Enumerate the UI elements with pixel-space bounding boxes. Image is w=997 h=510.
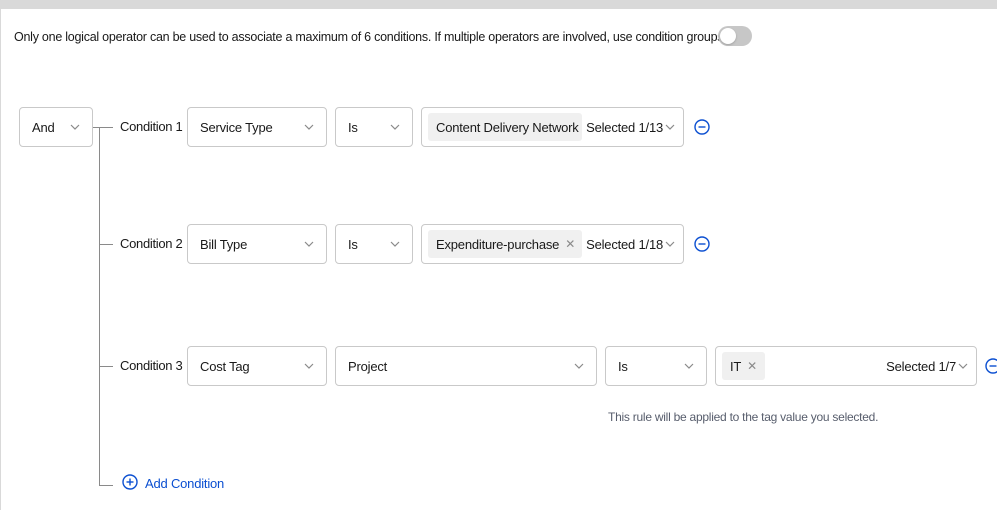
chevron-down-icon xyxy=(665,122,675,132)
notice-text: Only one logical operator can be used to… xyxy=(14,30,727,44)
selected-count-text: Selected 1/18 xyxy=(586,236,663,252)
chevron-down-icon xyxy=(304,361,314,371)
remove-tag-icon[interactable]: ✕ xyxy=(565,237,575,251)
tree-trunk xyxy=(99,127,100,486)
tree-branch xyxy=(99,244,113,245)
left-border xyxy=(0,9,1,510)
plus-circle-icon xyxy=(122,474,138,493)
value-tag-text: IT xyxy=(730,358,742,374)
toggle-knob xyxy=(720,28,736,44)
condition-field-select[interactable]: Bill Type xyxy=(187,224,327,264)
chevron-down-icon xyxy=(390,122,400,132)
selected-count: Selected 1/18 xyxy=(582,237,675,252)
tag-key-select[interactable]: Project xyxy=(335,346,597,386)
condition-value-select[interactable]: Expenditure-purchase ✕ Selected 1/18 xyxy=(421,224,684,264)
chevron-down-icon xyxy=(70,122,80,132)
condition-operator-value: Is xyxy=(348,236,358,252)
value-tag-text: Content Delivery Network (CDN) xyxy=(436,119,582,135)
value-tag: Expenditure-purchase ✕ xyxy=(428,230,583,258)
condition-operator-select[interactable]: Is xyxy=(335,224,413,264)
condition-operator-value: Is xyxy=(348,119,358,135)
tree-branch xyxy=(99,485,113,486)
add-condition-button[interactable]: Add Condition xyxy=(122,474,224,493)
remove-condition-icon[interactable] xyxy=(985,358,997,374)
chevron-down-icon xyxy=(304,239,314,249)
condition-label: Condition 1 xyxy=(120,119,183,134)
remove-condition-icon[interactable] xyxy=(694,236,710,252)
condition-operator-value: Is xyxy=(618,358,628,374)
tag-key-value: Project xyxy=(348,358,388,374)
selected-count-text: Selected 1/13 xyxy=(586,119,663,135)
chevron-down-icon xyxy=(390,239,400,249)
condition-operator-select[interactable]: Is xyxy=(335,107,413,147)
selected-count: Selected 1/7 xyxy=(882,359,968,374)
tag-rule-hint: This rule will be applied to the tag val… xyxy=(608,410,879,424)
remove-condition-icon[interactable] xyxy=(694,119,710,135)
condition-groups-toggle[interactable] xyxy=(718,26,752,46)
add-condition-label: Add Condition xyxy=(145,476,225,491)
condition-label: Condition 2 xyxy=(120,236,183,251)
selected-count-text: Selected 1/7 xyxy=(886,358,956,374)
condition-field-value: Service Type xyxy=(200,119,273,135)
chevron-down-icon xyxy=(958,361,968,371)
condition-field-value: Bill Type xyxy=(200,236,248,252)
condition-field-select[interactable]: Service Type xyxy=(187,107,327,147)
logic-operator-select[interactable]: And xyxy=(19,107,93,147)
condition-value-select[interactable]: IT ✕ Selected 1/7 xyxy=(715,346,977,386)
condition-field-value: Cost Tag xyxy=(200,358,250,374)
condition-operator-select[interactable]: Is xyxy=(605,346,707,386)
selected-count: Selected 1/13 xyxy=(582,120,675,135)
condition-field-select[interactable]: Cost Tag xyxy=(187,346,327,386)
condition-label: Condition 3 xyxy=(120,358,183,373)
tree-branch xyxy=(99,366,113,367)
chevron-down-icon xyxy=(304,122,314,132)
condition-value-select[interactable]: Content Delivery Network (CDN) Selected … xyxy=(421,107,684,147)
chevron-down-icon xyxy=(574,361,584,371)
tree-connector xyxy=(93,127,113,128)
value-tag: IT ✕ xyxy=(722,352,766,380)
value-tag: Content Delivery Network (CDN) xyxy=(428,113,583,141)
top-border xyxy=(0,0,997,9)
chevron-down-icon xyxy=(665,239,675,249)
remove-tag-icon[interactable]: ✕ xyxy=(747,359,757,373)
chevron-down-icon xyxy=(684,361,694,371)
value-tag-text: Expenditure-purchase xyxy=(436,236,560,252)
logic-operator-value: And xyxy=(32,119,55,135)
